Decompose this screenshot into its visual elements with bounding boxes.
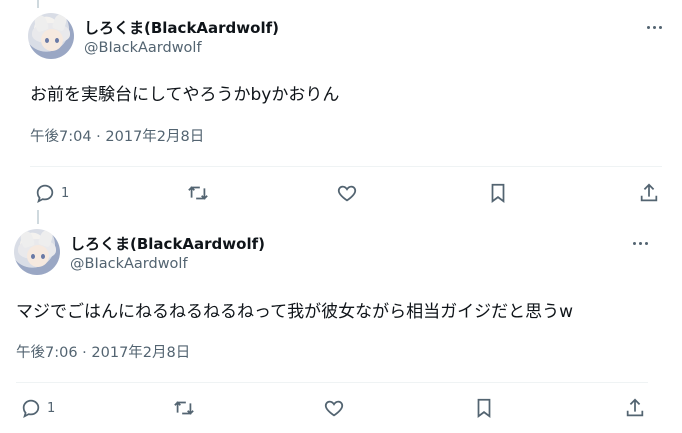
reply-button[interactable]: 1 xyxy=(20,397,55,419)
share-icon xyxy=(626,398,644,417)
heart-icon xyxy=(324,400,344,417)
user-handle[interactable]: @BIackAardwolf xyxy=(84,40,202,56)
avatar[interactable] xyxy=(14,229,60,275)
display-name[interactable]: しろくま(BlackAardwolf) xyxy=(70,233,265,254)
tweet-timestamp[interactable]: 午後7:06 · 2017年2月8日 xyxy=(16,341,190,362)
bookmark-button[interactable] xyxy=(473,397,495,419)
reply-icon xyxy=(36,184,54,203)
retweet-button[interactable] xyxy=(172,397,196,419)
bookmark-button[interactable] xyxy=(487,182,509,204)
share-button[interactable] xyxy=(638,182,660,204)
like-button[interactable] xyxy=(335,182,359,204)
reply-icon xyxy=(22,399,40,418)
tweet-text: マジでごはんにねるねるねるねって我が彼女ながら相当ガイジだと思うw xyxy=(16,302,574,322)
reply-count: 1 xyxy=(47,400,56,416)
avatar[interactable] xyxy=(28,13,74,59)
reply-button[interactable]: 1 xyxy=(34,182,69,204)
share-button[interactable] xyxy=(624,397,646,419)
more-icon[interactable] xyxy=(645,17,665,37)
tweet-text: お前を実験台にしてやろうかbyかおりん xyxy=(30,85,340,105)
tweet-2[interactable]: しろくま(BlackAardwolf) @BIackAardwolf マジでごは… xyxy=(0,216,682,433)
tweet-1[interactable]: しろくま(BlackAardwolf) @BIackAardwolf お前を実験… xyxy=(0,0,682,216)
like-button[interactable] xyxy=(322,397,346,419)
tweet-timestamp[interactable]: 午後7:04 · 2017年2月8日 xyxy=(30,125,204,146)
more-icon[interactable] xyxy=(631,233,651,253)
display-name[interactable]: しろくま(BlackAardwolf) xyxy=(84,17,279,38)
retweet-button[interactable] xyxy=(186,182,210,204)
divider xyxy=(30,166,662,167)
divider xyxy=(16,382,648,383)
bookmark-icon xyxy=(491,183,505,203)
heart-icon xyxy=(337,185,357,202)
bookmark-icon xyxy=(477,398,491,418)
retweet-icon xyxy=(174,401,194,415)
share-icon xyxy=(640,183,658,202)
reply-count: 1 xyxy=(61,185,70,201)
user-handle[interactable]: @BIackAardwolf xyxy=(70,256,188,272)
retweet-icon xyxy=(188,186,208,200)
